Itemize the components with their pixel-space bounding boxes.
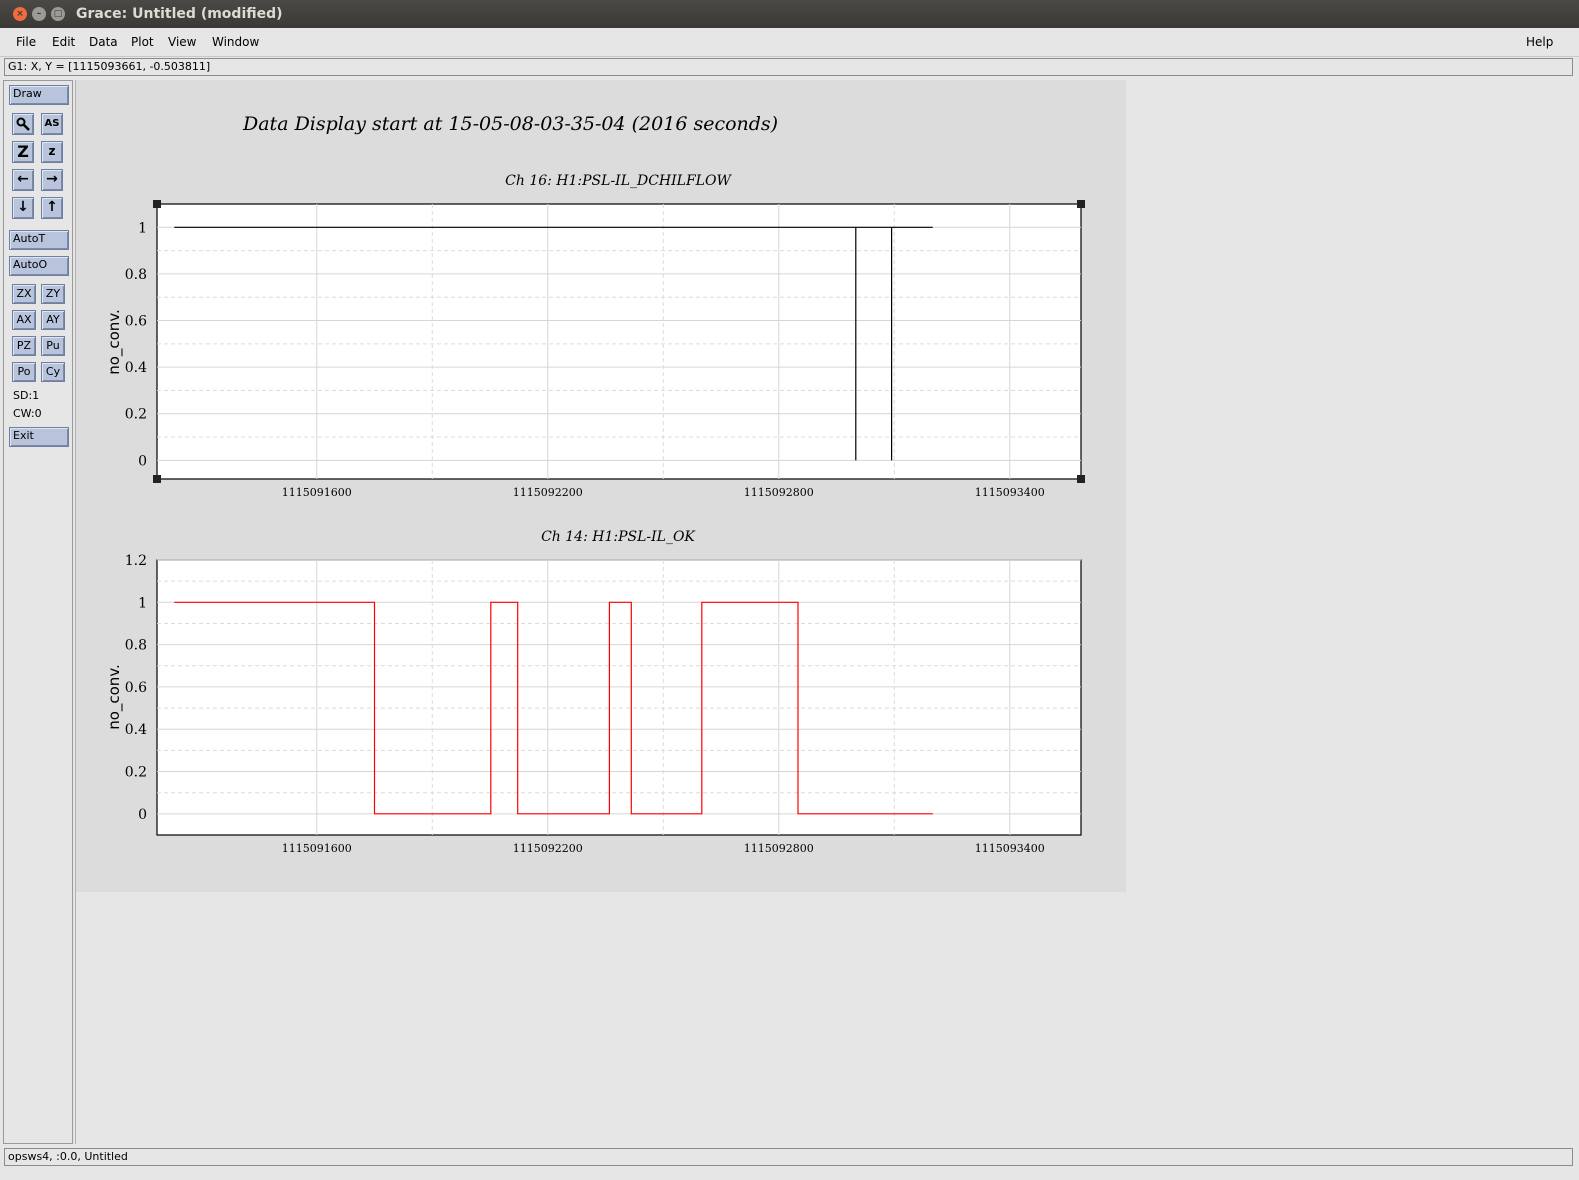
menu-plot[interactable]: Plot [131,35,154,49]
locator-readout: G1: X, Y = [1115093661, -0.503811] [4,58,1573,76]
window-title: Grace: Untitled (modified) [76,6,283,22]
graph0-handle-br[interactable] [1077,475,1085,483]
graph0-ytick-label: 0 [138,453,147,469]
graph0-handle-bl[interactable] [153,475,161,483]
graph1-xtick-label: 1115093400 [975,842,1045,855]
close-window-icon[interactable]: × [13,7,27,21]
zoom-magnifier-button[interactable] [12,113,34,135]
graph0-ytick-label: 0.2 [125,407,147,423]
graph1-ytick-label: 0.2 [125,765,147,781]
graph0-xtick-label: 1115091600 [282,486,352,499]
canvas-area[interactable]: Data Display start at 15-05-08-03-35-04 … [75,80,1566,1144]
draw-button[interactable]: Draw [9,85,69,105]
graph1-ytick-label: 0.4 [125,722,147,738]
menu-window[interactable]: Window [212,35,259,49]
title-bar: × – □ Grace: Untitled (modified) [0,0,1579,28]
po-button[interactable]: Po [12,362,36,382]
stack-depth-label: SD:1 [13,389,40,402]
graph1-ytick-label: 0.8 [125,638,147,654]
graph0-frame[interactable] [156,203,1082,480]
graph1-ytick-label: 1.2 [125,553,147,569]
status-bar: opsws4, :0.0, Untitled [4,1148,1573,1166]
menu-help[interactable]: Help [1526,35,1553,49]
graph1-ytick-label: 0.6 [125,680,147,696]
cy-button[interactable]: Cy [41,362,65,382]
scroll-left-button[interactable]: ← [12,169,34,191]
pu-button[interactable]: Pu [41,336,65,356]
graph0-ytick-label: 0.4 [125,360,147,376]
minimize-window-icon[interactable]: – [32,7,46,21]
ax-button[interactable]: AX [12,310,36,330]
autoscale-button[interactable]: AS [41,113,63,135]
graph0-xtick-label: 1115092800 [744,486,814,499]
scroll-up-button[interactable]: ↑ [41,197,63,219]
menu-data[interactable]: Data [89,35,118,49]
zoom-out-button[interactable]: z [41,141,63,163]
menu-view[interactable]: View [168,35,196,49]
plot-canvas[interactable]: Data Display start at 15-05-08-03-35-04 … [76,80,1126,892]
menu-edit[interactable]: Edit [52,35,75,49]
autot-button[interactable]: AutoT [9,230,69,250]
current-world-label: CW:0 [13,407,42,420]
graph0-ytick-label: 0.8 [125,267,147,283]
zoom-in-button[interactable]: Z [12,141,34,163]
scroll-down-button[interactable]: ↓ [12,197,34,219]
menu-file[interactable]: File [16,35,36,49]
graph1-ytick-label: 1 [138,595,147,611]
graph0-xtick-label: 1115092200 [513,486,583,499]
graph1-ylabel: no_conv. [105,664,124,730]
graph0-ytick-label: 0.6 [125,314,147,330]
pz-button[interactable]: PZ [12,336,36,356]
graph0-ytick-label: 1 [138,220,147,236]
graph1-xtick-label: 1115092800 [744,842,814,855]
graph1-ytick-label: 0 [138,807,147,823]
exit-button[interactable]: Exit [9,427,69,447]
magnifier-icon [16,117,30,131]
tool-panel: Draw AS Z z ← → ↓ ↑ AutoT AutoO ZX ZY AX… [3,80,73,1144]
ay-button[interactable]: AY [41,310,65,330]
maximize-window-icon[interactable]: □ [51,7,65,21]
zy-button[interactable]: ZY [41,284,65,304]
autoo-button[interactable]: AutoO [9,256,69,276]
graph1-xtick-label: 1115091600 [282,842,352,855]
zx-button[interactable]: ZX [12,284,36,304]
graph0-xtick-label: 1115093400 [975,486,1045,499]
scroll-right-button[interactable]: → [41,169,63,191]
graph0-handle-tl[interactable] [153,200,161,208]
page-title: Data Display start at 15-05-08-03-35-04 … [242,113,778,135]
graph1-frame[interactable] [156,559,1082,836]
graph0-handle-tr[interactable] [1077,200,1085,208]
menu-bar: File Edit Data Plot View Window Help [0,28,1579,57]
graph1-xtick-label: 1115092200 [513,842,583,855]
graph0-ylabel: no_conv. [105,309,124,375]
graph0-title: Ch 16: H1:PSL-IL_DCHILFLOW [505,173,732,189]
graph1-title: Ch 14: H1:PSL-IL_OK [541,529,696,545]
